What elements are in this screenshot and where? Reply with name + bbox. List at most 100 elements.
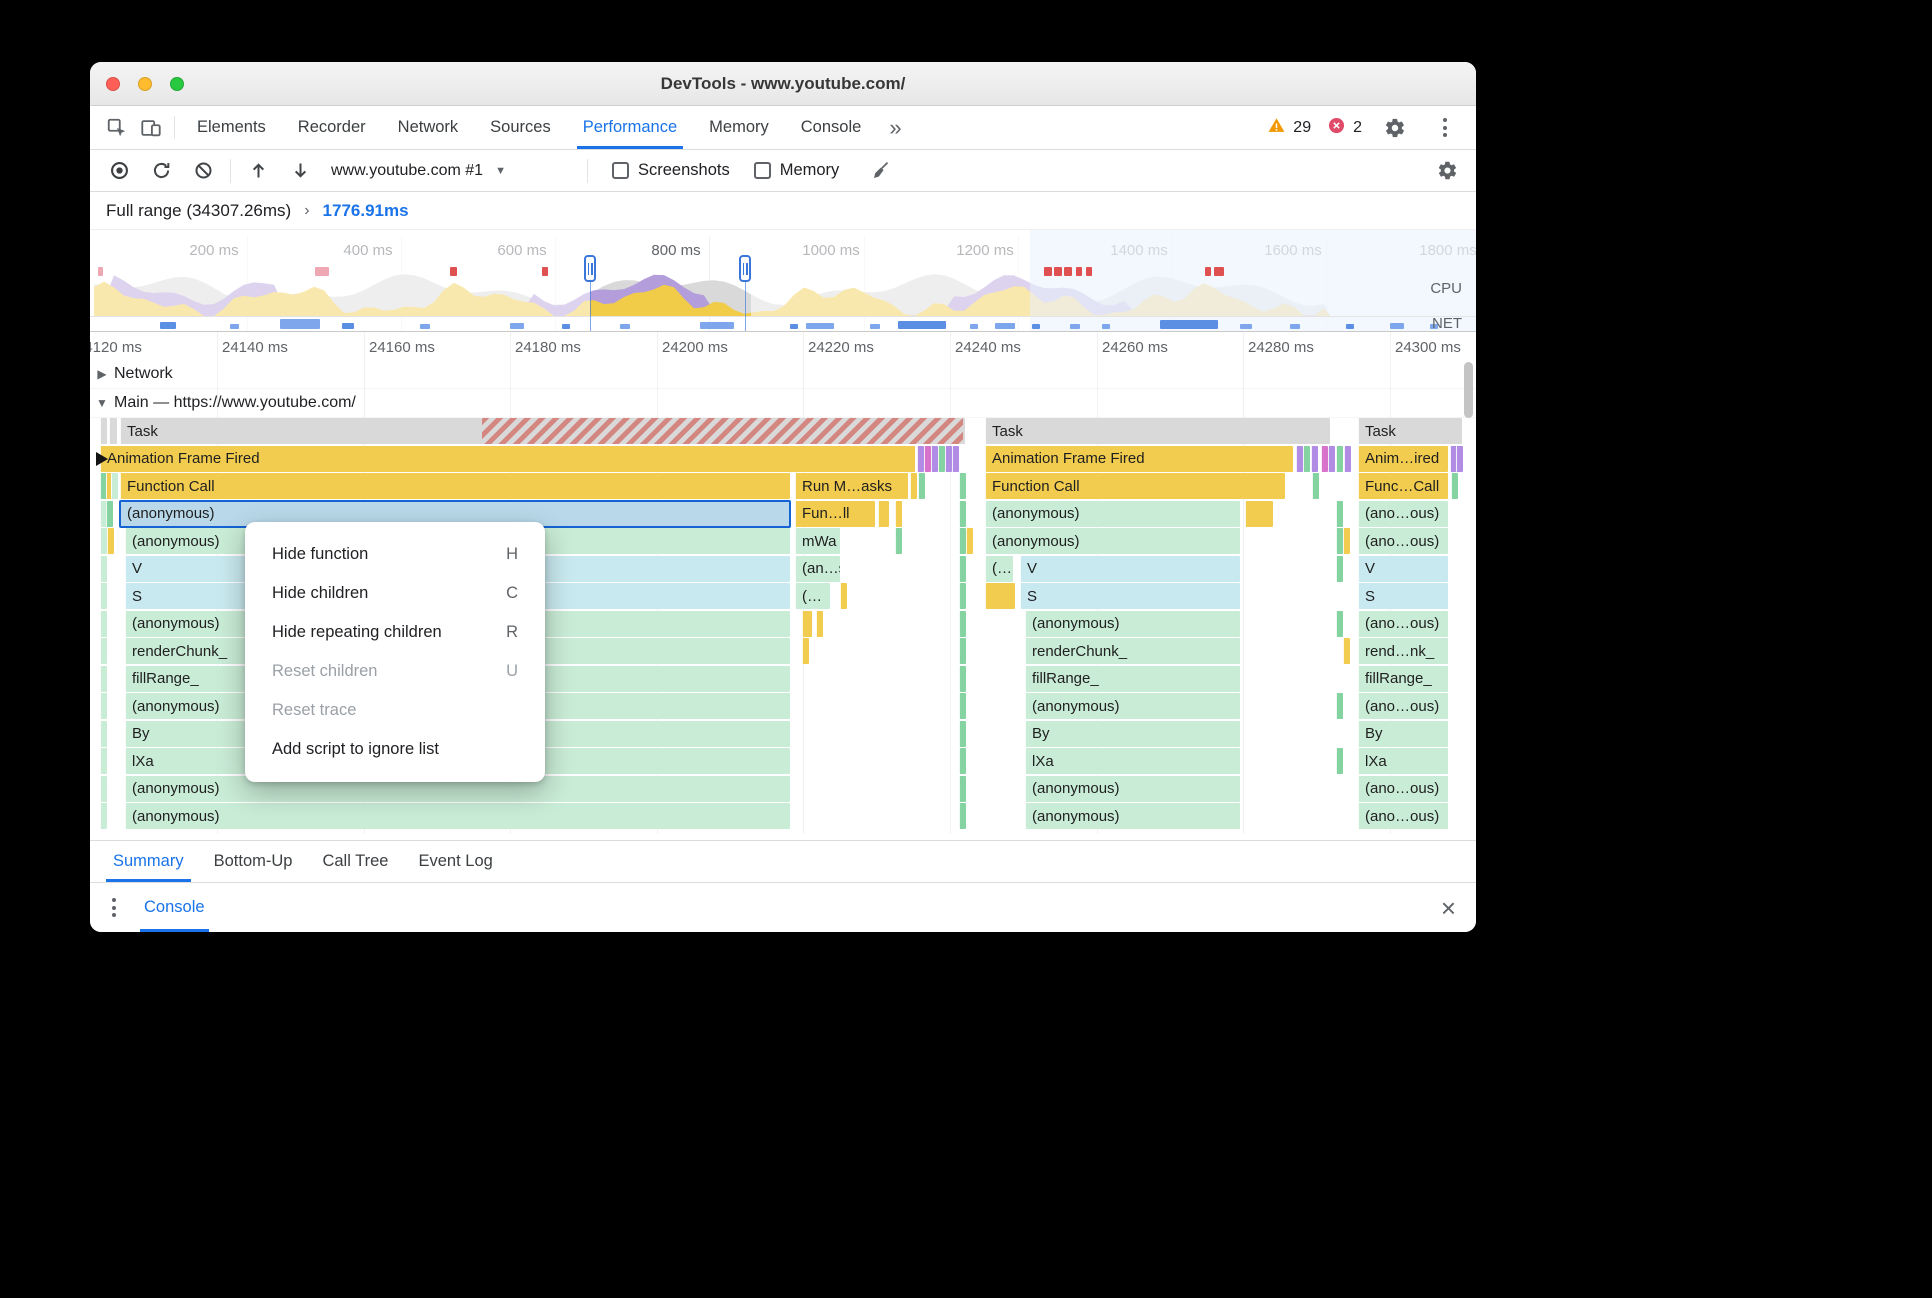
- flame-bar-s[interactable]: S: [1020, 583, 1240, 609]
- flame-bar-anonymous[interactable]: (anonymous): [985, 500, 1240, 527]
- flame-bar-func-call[interactable]: Func…Call: [1358, 473, 1448, 499]
- flame-bar-anim-ired[interactable]: Anim…ired: [1358, 445, 1448, 472]
- flame-bar-fragment[interactable]: [100, 583, 107, 609]
- full-range-label[interactable]: Full range (34307.26ms): [106, 201, 291, 221]
- main-track[interactable]: ▼ Main — https://www.youtube.com/: [90, 389, 1476, 418]
- flame-bar-fragment[interactable]: [1343, 528, 1350, 554]
- flame-bar-fragment[interactable]: [1336, 610, 1343, 637]
- more-tabs-button[interactable]: »: [877, 106, 913, 149]
- flame-bar-fragment[interactable]: [100, 693, 107, 719]
- flame-bar-fragment[interactable]: [100, 665, 107, 692]
- flame-bar-fragment[interactable]: [100, 748, 107, 774]
- flame-bar-lxa[interactable]: lXa: [1358, 748, 1448, 774]
- flame-bar-anonymous[interactable]: (anonymous): [1025, 803, 1240, 829]
- profile-select[interactable]: www.youtube.com #1 ▼: [331, 162, 571, 180]
- flame-bar-fragment[interactable]: [802, 610, 812, 637]
- vertical-scrollbar[interactable]: [1464, 362, 1473, 418]
- selection-handle-left[interactable]: [584, 255, 596, 282]
- zoom-window-button[interactable]: [170, 76, 184, 91]
- flame-bar-anonymous[interactable]: (anonymous): [1025, 693, 1240, 719]
- flame-bar-fragment[interactable]: [100, 775, 107, 802]
- flame-bar-fragment[interactable]: [945, 445, 952, 472]
- tab-recorder[interactable]: Recorder: [282, 106, 382, 149]
- flame-bar-by[interactable]: By: [1025, 720, 1240, 747]
- flame-bar-fragment[interactable]: [100, 638, 107, 664]
- flame-bar-mwa[interactable]: mWa: [795, 528, 840, 554]
- flame-bar-fragment[interactable]: [1321, 445, 1328, 472]
- flame-bar-fragment[interactable]: [959, 555, 966, 582]
- flame-bar-fragment[interactable]: [959, 528, 966, 554]
- flame-bar-animation-frame-fired[interactable]: Animation Frame Fired: [100, 445, 915, 472]
- load-profile-icon[interactable]: [243, 156, 273, 186]
- flame-bar-anonymous[interactable]: (anonymous): [125, 803, 790, 829]
- close-drawer-icon[interactable]: ×: [1441, 895, 1456, 921]
- flame-bar-an-s[interactable]: (an…s): [795, 555, 840, 582]
- flame-bar-fragment[interactable]: [966, 528, 973, 554]
- tab-network[interactable]: Network: [382, 106, 475, 149]
- flame-bar-fragment[interactable]: [959, 638, 966, 664]
- flame-bar-ano-ous[interactable]: (ano…ous): [1358, 803, 1448, 829]
- flame-bar-fragment[interactable]: [1328, 445, 1335, 472]
- flame-bar-function-call[interactable]: Function Call: [120, 473, 790, 499]
- flame-bar-by[interactable]: By: [1358, 720, 1448, 747]
- kebab-menu-icon[interactable]: [1428, 111, 1462, 145]
- flame-bar-fragment[interactable]: [918, 473, 925, 499]
- flame-bar-fragment[interactable]: [802, 638, 809, 664]
- tab-memory[interactable]: Memory: [693, 106, 785, 149]
- flame-bar-fragment[interactable]: [895, 528, 902, 554]
- flame-bar-ano-ous[interactable]: (ano…ous): [1358, 775, 1448, 802]
- flame-bar-ano-ous[interactable]: (ano…ous): [1358, 528, 1448, 554]
- flame-bar-ano-ous[interactable]: (ano…ous): [1358, 610, 1448, 637]
- flame-bar-ano-ous[interactable]: (ano…ous): [1358, 693, 1448, 719]
- flame-bar-fragment[interactable]: [959, 610, 966, 637]
- flame-bar-v[interactable]: V: [1358, 555, 1448, 582]
- flame-bar-animation-frame-fired[interactable]: Animation Frame Fired: [985, 445, 1293, 472]
- minimize-window-button[interactable]: [138, 76, 152, 91]
- flame-bar-task[interactable]: Task: [985, 418, 1330, 444]
- clear-button[interactable]: [188, 156, 218, 186]
- flame-bar-fragment[interactable]: [106, 500, 113, 527]
- flame-bar-anonymous[interactable]: (anonymous): [985, 528, 1240, 554]
- flame-bar-fragment[interactable]: [959, 803, 966, 829]
- errors-badge[interactable]: 2: [1327, 116, 1362, 140]
- flame-bar-fragment[interactable]: [1336, 748, 1343, 774]
- flame-bar-renderchunk[interactable]: renderChunk_: [1025, 638, 1240, 664]
- flame-bar-fragment[interactable]: [1296, 445, 1303, 472]
- flame-bar-fragment[interactable]: [924, 445, 931, 472]
- inspect-element-icon[interactable]: [100, 111, 134, 145]
- reload-and-record-button[interactable]: [146, 156, 176, 186]
- flame-bar-fragment[interactable]: [959, 693, 966, 719]
- memory-checkbox[interactable]: [753, 162, 771, 179]
- timeline-overview[interactable]: 200 ms400 ms600 ms800 ms1000 ms1200 ms14…: [90, 230, 1476, 332]
- flame-bar-rend-nk[interactable]: rend…nk_: [1358, 638, 1448, 664]
- flame-bar-fragment[interactable]: [910, 473, 917, 499]
- bottom-tab-bottom-up[interactable]: Bottom-Up: [199, 841, 308, 882]
- flame-bar-fragment[interactable]: [816, 610, 823, 637]
- bottom-tab-summary[interactable]: Summary: [98, 841, 199, 882]
- flame-bar-fragment[interactable]: [917, 445, 924, 472]
- flame-bar-bar[interactable]: (…: [985, 555, 1013, 582]
- flame-bar-fragment[interactable]: [100, 528, 107, 554]
- flame-bar-fragment[interactable]: [1336, 500, 1343, 527]
- capture-settings-gear-icon[interactable]: [1432, 156, 1462, 186]
- flame-bar-fragment[interactable]: [931, 445, 938, 472]
- context-menu-item-add-script-to-ignore-list[interactable]: Add script to ignore list: [245, 730, 545, 769]
- flame-bar-fragment[interactable]: [1336, 445, 1343, 472]
- flame-bar-fragment[interactable]: [100, 720, 107, 747]
- tab-console[interactable]: Console: [785, 106, 878, 149]
- context-menu-item-hide-function[interactable]: Hide function H: [245, 535, 545, 574]
- flame-bar-anonymous[interactable]: (anonymous): [1025, 775, 1240, 802]
- settings-gear-icon[interactable]: [1378, 111, 1412, 145]
- flame-bar-run-m-asks[interactable]: Run M…asks: [795, 473, 908, 499]
- flame-bar-fun-ll[interactable]: Fun…ll: [795, 500, 875, 527]
- flame-bar-bar[interactable]: (…: [795, 583, 830, 609]
- bottom-tab-event-log[interactable]: Event Log: [403, 841, 507, 882]
- drawer-tab-console[interactable]: Console: [132, 883, 217, 932]
- flame-bar-fragment[interactable]: [878, 500, 889, 527]
- context-menu-item-hide-repeating-children[interactable]: Hide repeating children R: [245, 613, 545, 652]
- flame-bar-fragment[interactable]: [959, 500, 966, 527]
- flame-bar-fragment[interactable]: [1312, 473, 1319, 499]
- collect-garbage-icon[interactable]: [865, 156, 895, 186]
- flame-bar-anonymous[interactable]: (anonymous): [1025, 610, 1240, 637]
- flame-bar-fragment[interactable]: [952, 445, 959, 472]
